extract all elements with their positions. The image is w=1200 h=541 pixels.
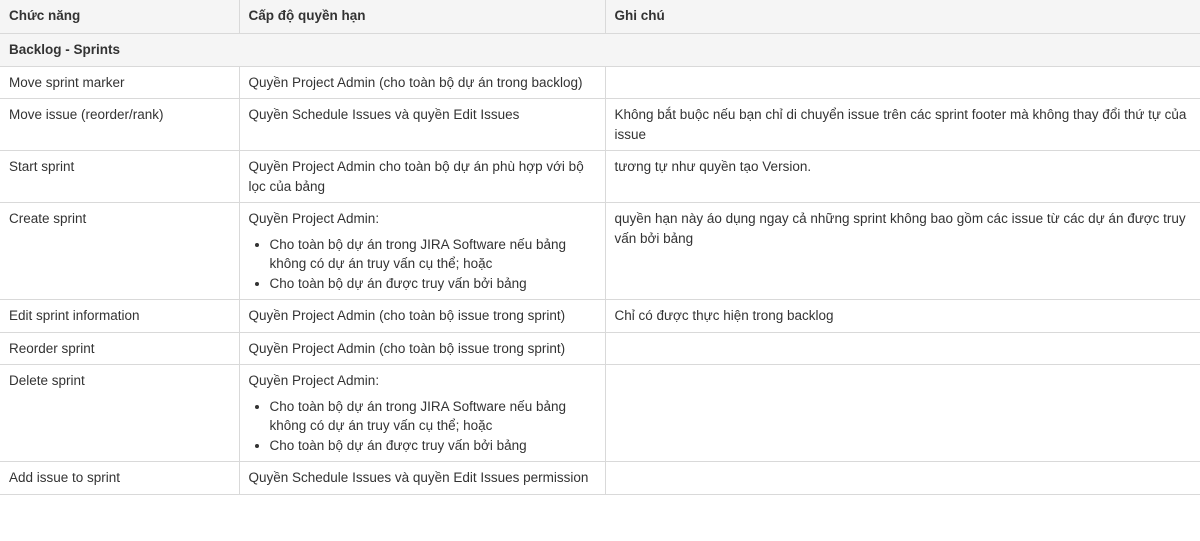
table-row: Reorder sprint Quyền Project Admin (cho t… xyxy=(0,331,1200,365)
cell-permission: Quyền Project Admin: Cho toàn bộ dự án tr… xyxy=(238,364,606,462)
cell-permission: Quyền Project Admin (cho toàn bộ issue t… xyxy=(238,299,606,333)
header-permission-level: Cấp độ quyền hạn xyxy=(238,0,606,34)
cell-function: Reorder sprint xyxy=(0,331,240,365)
cell-function: Start sprint xyxy=(0,150,240,203)
table-body: Backlog - Sprints Move sprint marker Quyề… xyxy=(0,32,1200,495)
header-function: Chức năng xyxy=(0,0,240,34)
permission-text: Quyền Project Admin cho toàn bộ dự án ph… xyxy=(248,159,584,194)
permission-list-item: Cho toàn bộ dự án trong JIRA Software nế… xyxy=(270,397,596,436)
table-row: Start sprint Quyền Project Admin cho toàn… xyxy=(0,150,1200,203)
permission-text: Quyền Project Admin (cho toàn bộ issue t… xyxy=(248,340,566,356)
cell-note xyxy=(604,331,1200,365)
cell-function: Delete sprint xyxy=(0,364,240,462)
cell-permission: Quyền Schedule Issues và quyền Edit Issu… xyxy=(238,98,606,151)
cell-permission: Quyền Project Admin (cho toàn bộ issue t… xyxy=(238,331,606,365)
header-row: Chức năng Cấp độ quyền hạn Ghi chú xyxy=(0,0,1200,34)
permission-text: Quyền Project Admin (cho toàn bộ issue t… xyxy=(248,308,566,323)
permission-text: Quyền Project Admin: xyxy=(248,211,380,226)
table-row: Add issue to sprint Quyền Schedule Issues… xyxy=(0,461,1200,495)
table-row: Edit sprint information Quyền Project Adm… xyxy=(0,299,1200,333)
cell-function: Edit sprint information xyxy=(0,299,240,333)
permission-list: Cho toàn bộ dự án trong JIRA Software nế… xyxy=(249,397,596,456)
cell-note: Không bắt buộc nếu bạn chỉ di chuyển iss… xyxy=(604,98,1200,151)
cell-function: Add issue to sprint xyxy=(0,461,240,495)
permission-text: Quyền Project Admin (cho toàn bộ dự án t… xyxy=(248,74,583,90)
cell-function: Move sprint marker xyxy=(0,65,240,99)
section-row: Backlog - Sprints xyxy=(0,32,1200,67)
cell-note xyxy=(604,461,1200,495)
cell-permission: Quyền Project Admin (cho toàn bộ dự án t… xyxy=(238,65,606,99)
permission-text: Quyền Project Admin: xyxy=(248,373,380,388)
table-row: Move issue (reorder/rank) Quyền Schedule … xyxy=(0,98,1200,151)
table-row: Create sprint Quyền Project Admin: Cho toà… xyxy=(0,202,1200,300)
cell-note: tương tự như quyền tạo Version. xyxy=(604,150,1200,203)
cell-note: quyền hạn này áo dụng ngay cả những spri… xyxy=(604,202,1200,300)
permission-text: Quyền Schedule Issues và quyền Edit Issu… xyxy=(248,107,520,122)
cell-permission: Quyền Project Admin cho toàn bộ dự án ph… xyxy=(238,150,606,203)
cell-note xyxy=(604,65,1200,99)
cell-permission: Quyền Project Admin: Cho toàn bộ dự án tr… xyxy=(238,202,606,300)
table-row: Move sprint marker Quyền Project Admin (c… xyxy=(0,65,1200,99)
permission-list: Cho toàn bộ dự án trong JIRA Software nế… xyxy=(249,235,596,294)
permission-list-item: Cho toàn bộ dự án được truy vấn bởi bảng xyxy=(270,436,596,456)
cell-note: Chỉ có được thực hiện trong backlog xyxy=(604,299,1200,333)
permission-text: Quyền Schedule Issues và quyền Edit Issu… xyxy=(248,470,589,485)
cell-function: Move issue (reorder/rank) xyxy=(0,98,240,151)
permission-list-item: Cho toàn bộ dự án trong JIRA Software nế… xyxy=(270,235,596,274)
header-note: Ghi chú xyxy=(604,0,1200,34)
cell-permission: Quyền Schedule Issues và quyền Edit Issu… xyxy=(238,461,606,495)
table-row: Delete sprint Quyền Project Admin: Cho toà… xyxy=(0,364,1200,462)
permission-list-item: Cho toàn bộ dự án được truy vấn bởi bảng xyxy=(270,274,596,294)
cell-note xyxy=(604,364,1200,462)
cell-function: Create sprint xyxy=(0,202,240,300)
section-title: Backlog - Sprints xyxy=(0,32,1200,67)
permissions-table: Chức năng Cấp độ quyền hạn Ghi chú Backl… xyxy=(0,0,1200,495)
table-header: Chức năng Cấp độ quyền hạn Ghi chú xyxy=(0,0,1200,34)
